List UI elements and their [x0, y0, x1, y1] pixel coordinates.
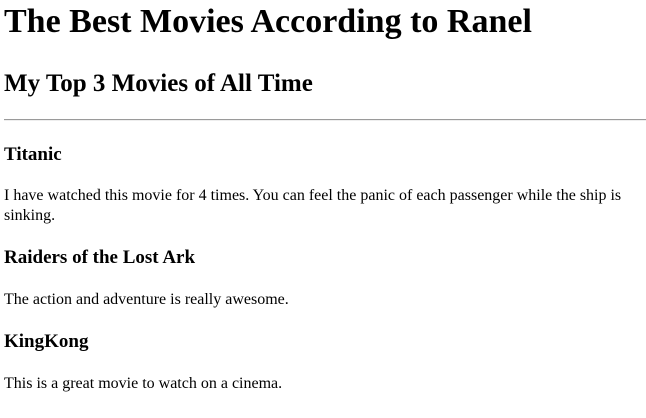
movie-description: I have watched this movie for 4 times. Y…: [4, 187, 622, 224]
page-title: The Best Movies According to Ranel: [4, 3, 532, 40]
movie-title: KingKong: [4, 331, 89, 352]
divider: [4, 119, 646, 121]
page-subtitle: My Top 3 Movies of All Time: [4, 70, 313, 97]
movie-description: The action and adventure is really aweso…: [4, 291, 289, 308]
page: The Best Movies According to Ranel My To…: [0, 0, 646, 394]
movie-entry-kingkong: KingKong This is a great movie to watch …: [4, 331, 642, 394]
movie-title: Titanic: [4, 144, 62, 165]
movie-description: This is a great movie to watch on a cine…: [4, 375, 283, 392]
movie-entry-titanic: Titanic I have watched this movie for 4 …: [4, 144, 642, 226]
movie-title: Raiders of the Lost Ark: [4, 247, 196, 268]
movie-entry-raiders: Raiders of the Lost Ark The action and a…: [4, 247, 642, 310]
